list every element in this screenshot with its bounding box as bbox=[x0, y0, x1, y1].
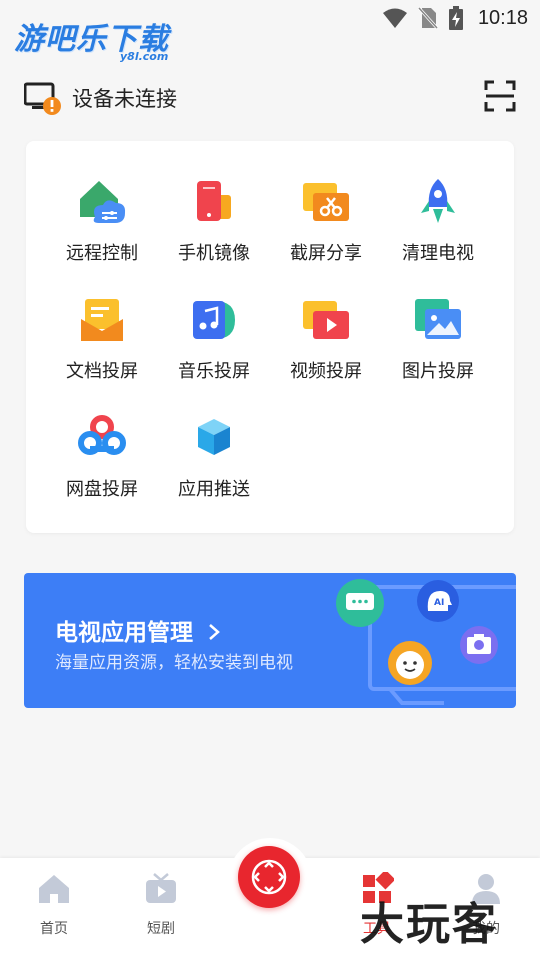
tool-image-cast[interactable]: 图片投屏 bbox=[382, 295, 494, 405]
no-sim-icon bbox=[417, 6, 438, 30]
status-time: 10:18 bbox=[477, 6, 528, 29]
wifi-icon bbox=[382, 8, 407, 28]
tool-screenshot-share[interactable]: 截屏分享 bbox=[270, 177, 382, 287]
cube-icon bbox=[198, 419, 230, 455]
banner-title: 电视应用管理 bbox=[55, 613, 221, 647]
nav-drama[interactable]: 短剧 bbox=[121, 872, 201, 938]
battery-charging-icon bbox=[448, 6, 463, 30]
chevron-right-icon bbox=[209, 624, 221, 640]
tool-label: 图片投屏 bbox=[402, 361, 474, 381]
tool-video-cast[interactable]: 视频投屏 bbox=[270, 295, 382, 405]
device-status-label: 设备未连接 bbox=[72, 88, 177, 111]
tool-doc-cast[interactable]: 文档投屏 bbox=[46, 295, 158, 405]
scissors-icon bbox=[303, 183, 349, 221]
phone-mirror-icon bbox=[197, 181, 231, 221]
watermark: 大玩客 bbox=[360, 899, 498, 950]
tool-music-cast[interactable]: 音乐投屏 bbox=[158, 295, 270, 405]
center-button-wrap bbox=[228, 838, 312, 922]
tool-app-push[interactable]: 应用推送 bbox=[158, 413, 270, 523]
tool-label: 文档投屏 bbox=[66, 361, 138, 381]
tool-label: 视频投屏 bbox=[290, 361, 362, 381]
tools-card: 远程控制 手机镜像 截屏分享 清理电视 文档投屏 音乐投屏 视频投屏 图片投屏 … bbox=[26, 141, 514, 533]
scan-button[interactable] bbox=[484, 80, 516, 112]
nav-home[interactable]: 首页 bbox=[14, 872, 94, 938]
nav-label: 首页 bbox=[40, 920, 68, 936]
document-icon bbox=[81, 299, 123, 341]
scan-icon bbox=[484, 80, 516, 112]
tool-remote-control[interactable]: 远程控制 bbox=[46, 177, 158, 287]
home-icon bbox=[39, 875, 69, 903]
nav-label: 短剧 bbox=[147, 920, 175, 936]
tv-app-manager-banner[interactable]: 电视应用管理 海量应用资源，轻松安装到电视 AI bbox=[24, 573, 516, 708]
kid-face-icon bbox=[388, 641, 432, 685]
house-cloud-icon bbox=[80, 181, 126, 223]
camera-icon bbox=[460, 626, 498, 664]
tool-phone-mirror[interactable]: 手机镜像 bbox=[158, 177, 270, 287]
banner-illustration: AI bbox=[336, 579, 516, 705]
status-icons: 10:18 bbox=[382, 6, 528, 30]
tool-label: 清理电视 bbox=[402, 243, 474, 263]
banner-subtitle: 海量应用资源，轻松安装到电视 bbox=[55, 653, 293, 672]
remote-dpad-icon bbox=[251, 859, 287, 895]
tv-disconnected-icon bbox=[23, 80, 64, 116]
tool-label: 手机镜像 bbox=[178, 243, 250, 263]
device-status-row[interactable]: 设备未连接 bbox=[23, 78, 516, 118]
tool-label: 截屏分享 bbox=[290, 243, 362, 263]
tool-netdisk-cast[interactable]: 网盘投屏 bbox=[46, 413, 158, 523]
tool-clean-tv[interactable]: 清理电视 bbox=[382, 177, 494, 287]
remote-center-button[interactable] bbox=[238, 846, 300, 908]
brand-logo-sub: y8l.com bbox=[120, 50, 169, 63]
music-icon bbox=[193, 301, 235, 339]
chat-bubble-icon bbox=[336, 579, 384, 627]
rocket-icon bbox=[421, 179, 455, 223]
tool-label: 远程控制 bbox=[66, 243, 138, 263]
tool-label: 应用推送 bbox=[178, 479, 250, 499]
svg-text:AI: AI bbox=[434, 598, 444, 608]
video-play-icon bbox=[303, 301, 349, 339]
tv-icon bbox=[146, 873, 176, 903]
ai-assistant-icon: AI bbox=[417, 580, 459, 622]
banner-title-text: 电视应用管理 bbox=[55, 619, 193, 645]
image-icon bbox=[415, 299, 461, 339]
tool-label: 音乐投屏 bbox=[178, 361, 250, 381]
tool-label: 网盘投屏 bbox=[66, 479, 138, 499]
cloud-ring-icon bbox=[78, 415, 126, 455]
